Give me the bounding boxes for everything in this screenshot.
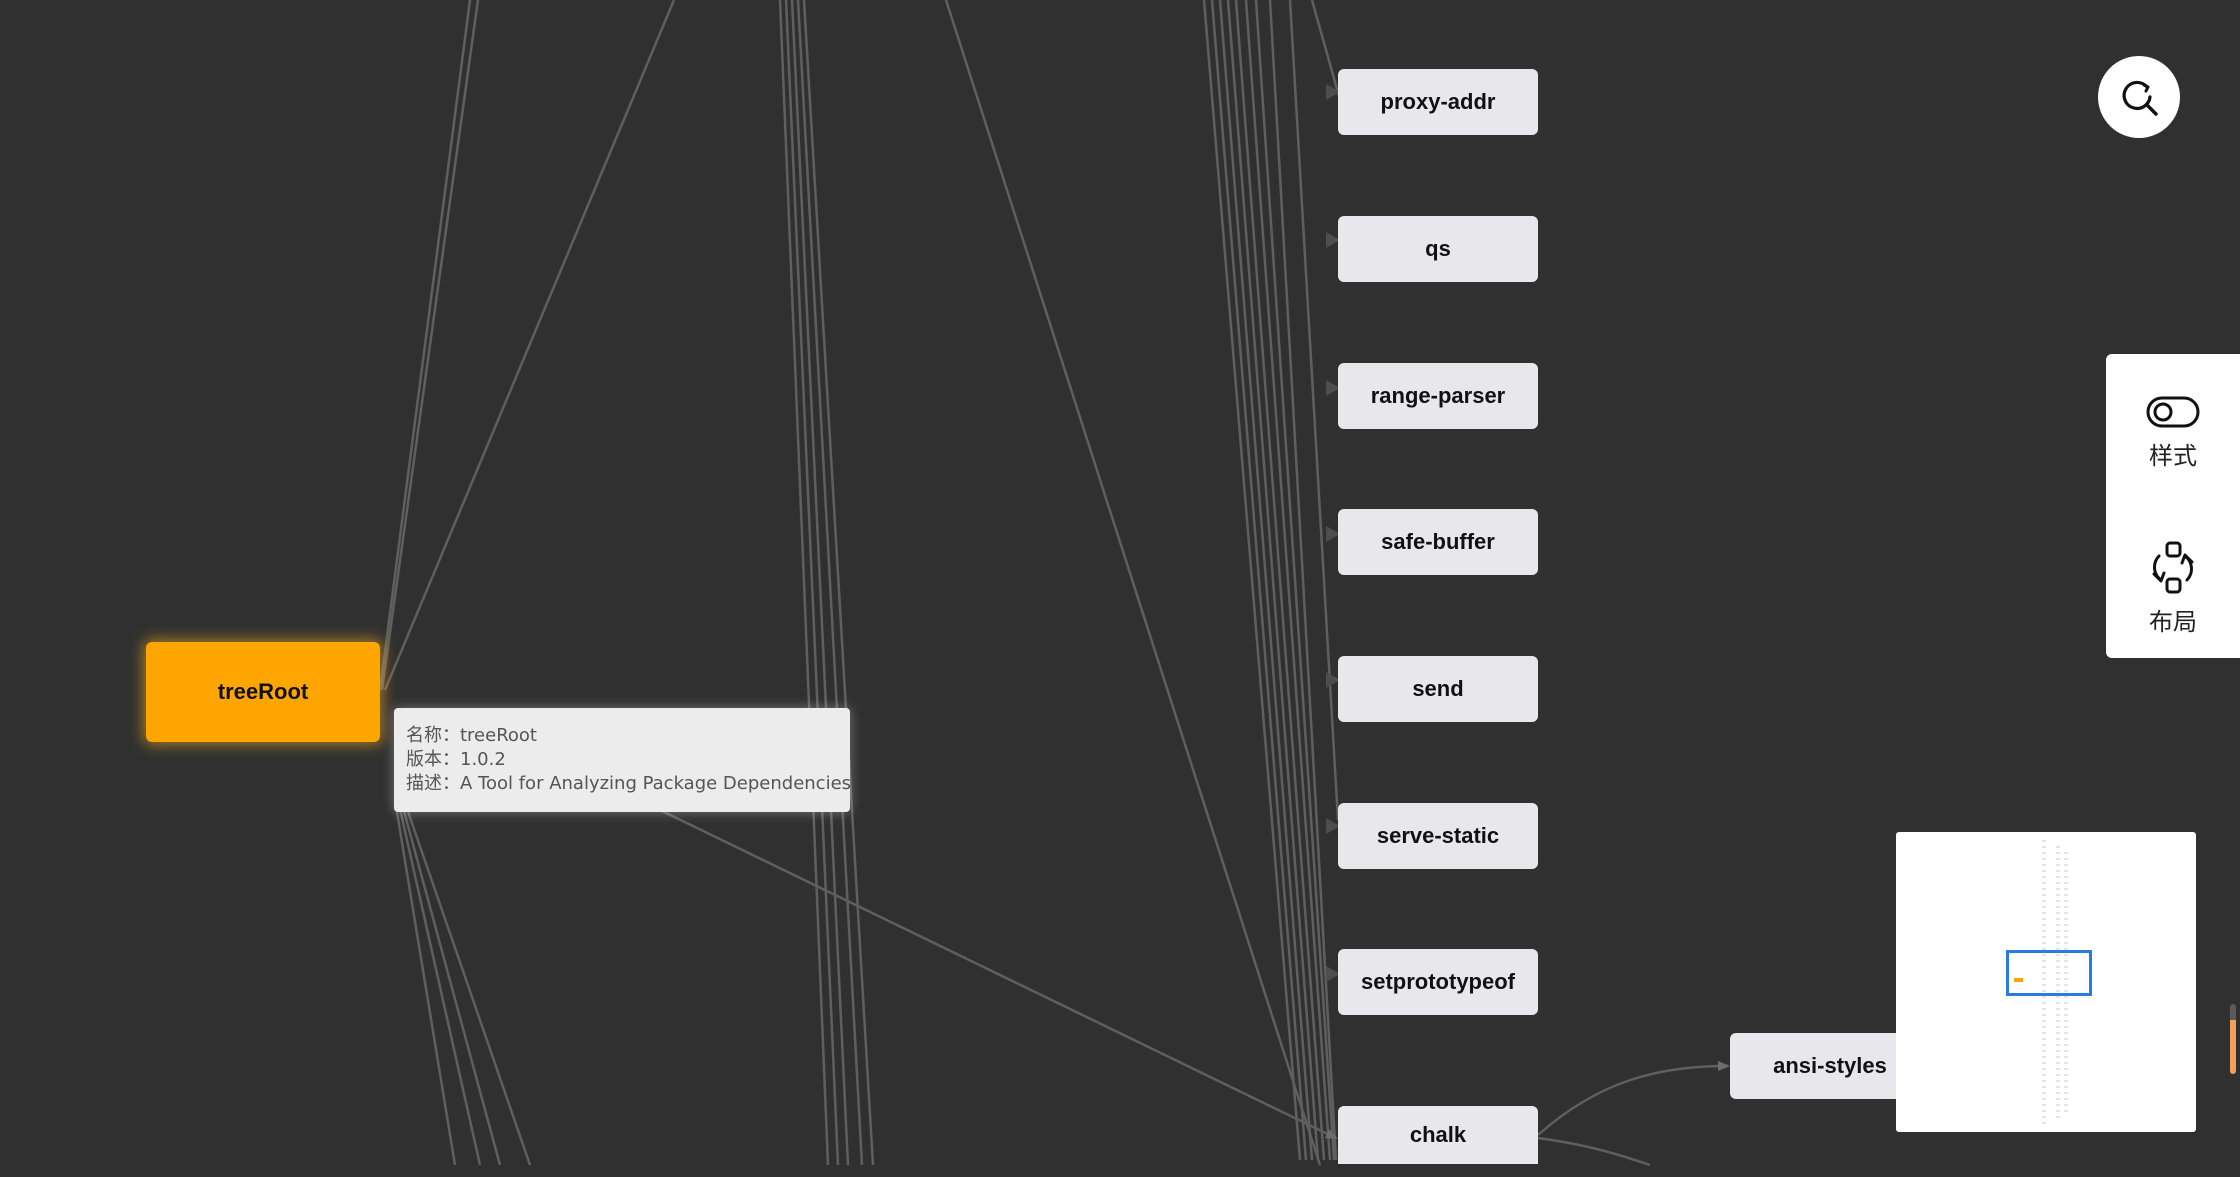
edge-line	[944, 0, 1322, 1166]
node-setprototypeof[interactable]: setprototypeof	[1338, 949, 1538, 1015]
layout-tool-button[interactable]: 布局	[2106, 540, 2240, 637]
tooltip-description: 描述：A Tool for Analyzing Package Dependen…	[406, 773, 852, 794]
graph-canvas[interactable]: treeRoot proxy-addr qs range-parser safe…	[0, 0, 2240, 1177]
toggle-icon	[2146, 396, 2200, 428]
node-label: send	[1412, 676, 1464, 701]
layout-cycle-icon	[2152, 541, 2194, 594]
edge-line	[1254, 0, 1336, 1161]
tooltip-version: 版本：1.0.2	[406, 749, 506, 770]
edge-line	[1537, 1136, 1651, 1167]
node-label: treeRoot	[217, 679, 309, 704]
node-chalk[interactable]: chalk	[1338, 1106, 1538, 1164]
layout-tool-label: 布局	[2149, 608, 2197, 636]
side-toolbar: 样式 布局	[2106, 354, 2240, 658]
edge-line	[1202, 0, 1302, 1161]
node-label: ansi-styles	[1773, 1053, 1887, 1078]
edge-line	[380, 0, 480, 691]
edge-line	[393, 799, 457, 1166]
edge-line	[383, 0, 676, 691]
node-label: range-parser	[1370, 383, 1506, 408]
style-tool-label: 样式	[2149, 442, 2197, 470]
scroll-indicator[interactable]	[2230, 1004, 2236, 1074]
search-refresh-icon	[2122, 80, 2158, 116]
edge-line	[1537, 1061, 1730, 1136]
node-label: proxy-addr	[1380, 89, 1496, 114]
node-label: qs	[1425, 236, 1451, 261]
style-tool-button[interactable]: 样式	[2106, 394, 2240, 471]
node-qs[interactable]: qs	[1338, 216, 1538, 282]
node-serve-static[interactable]: serve-static	[1338, 803, 1538, 869]
tooltip-name: 名称：treeRoot	[406, 725, 537, 746]
node-label: safe-buffer	[1381, 529, 1495, 554]
edge-line	[1218, 0, 1314, 1161]
node-send[interactable]: send	[1338, 656, 1538, 722]
node-label: setprototypeof	[1361, 969, 1515, 994]
edge-line	[659, 808, 1338, 1140]
node-range-parser[interactable]: range-parser	[1338, 363, 1538, 429]
node-treeRoot[interactable]: treeRoot	[146, 642, 380, 742]
node-label: serve-static	[1376, 823, 1500, 848]
edge-line	[1226, 0, 1320, 1161]
search-button[interactable]	[2098, 56, 2180, 138]
node-label: chalk	[1409, 1122, 1467, 1147]
edge-line	[378, 0, 472, 691]
minimap-viewport[interactable]	[2006, 950, 2092, 996]
node-safe-buffer[interactable]: safe-buffer	[1338, 509, 1538, 575]
node-proxy-addr[interactable]: proxy-addr	[1338, 69, 1538, 135]
edge-line	[399, 799, 502, 1166]
node-tooltip: 名称：treeRoot 版本：1.0.2 描述：A Tool for Analy…	[394, 708, 852, 812]
minimap[interactable]	[1896, 832, 2196, 1132]
